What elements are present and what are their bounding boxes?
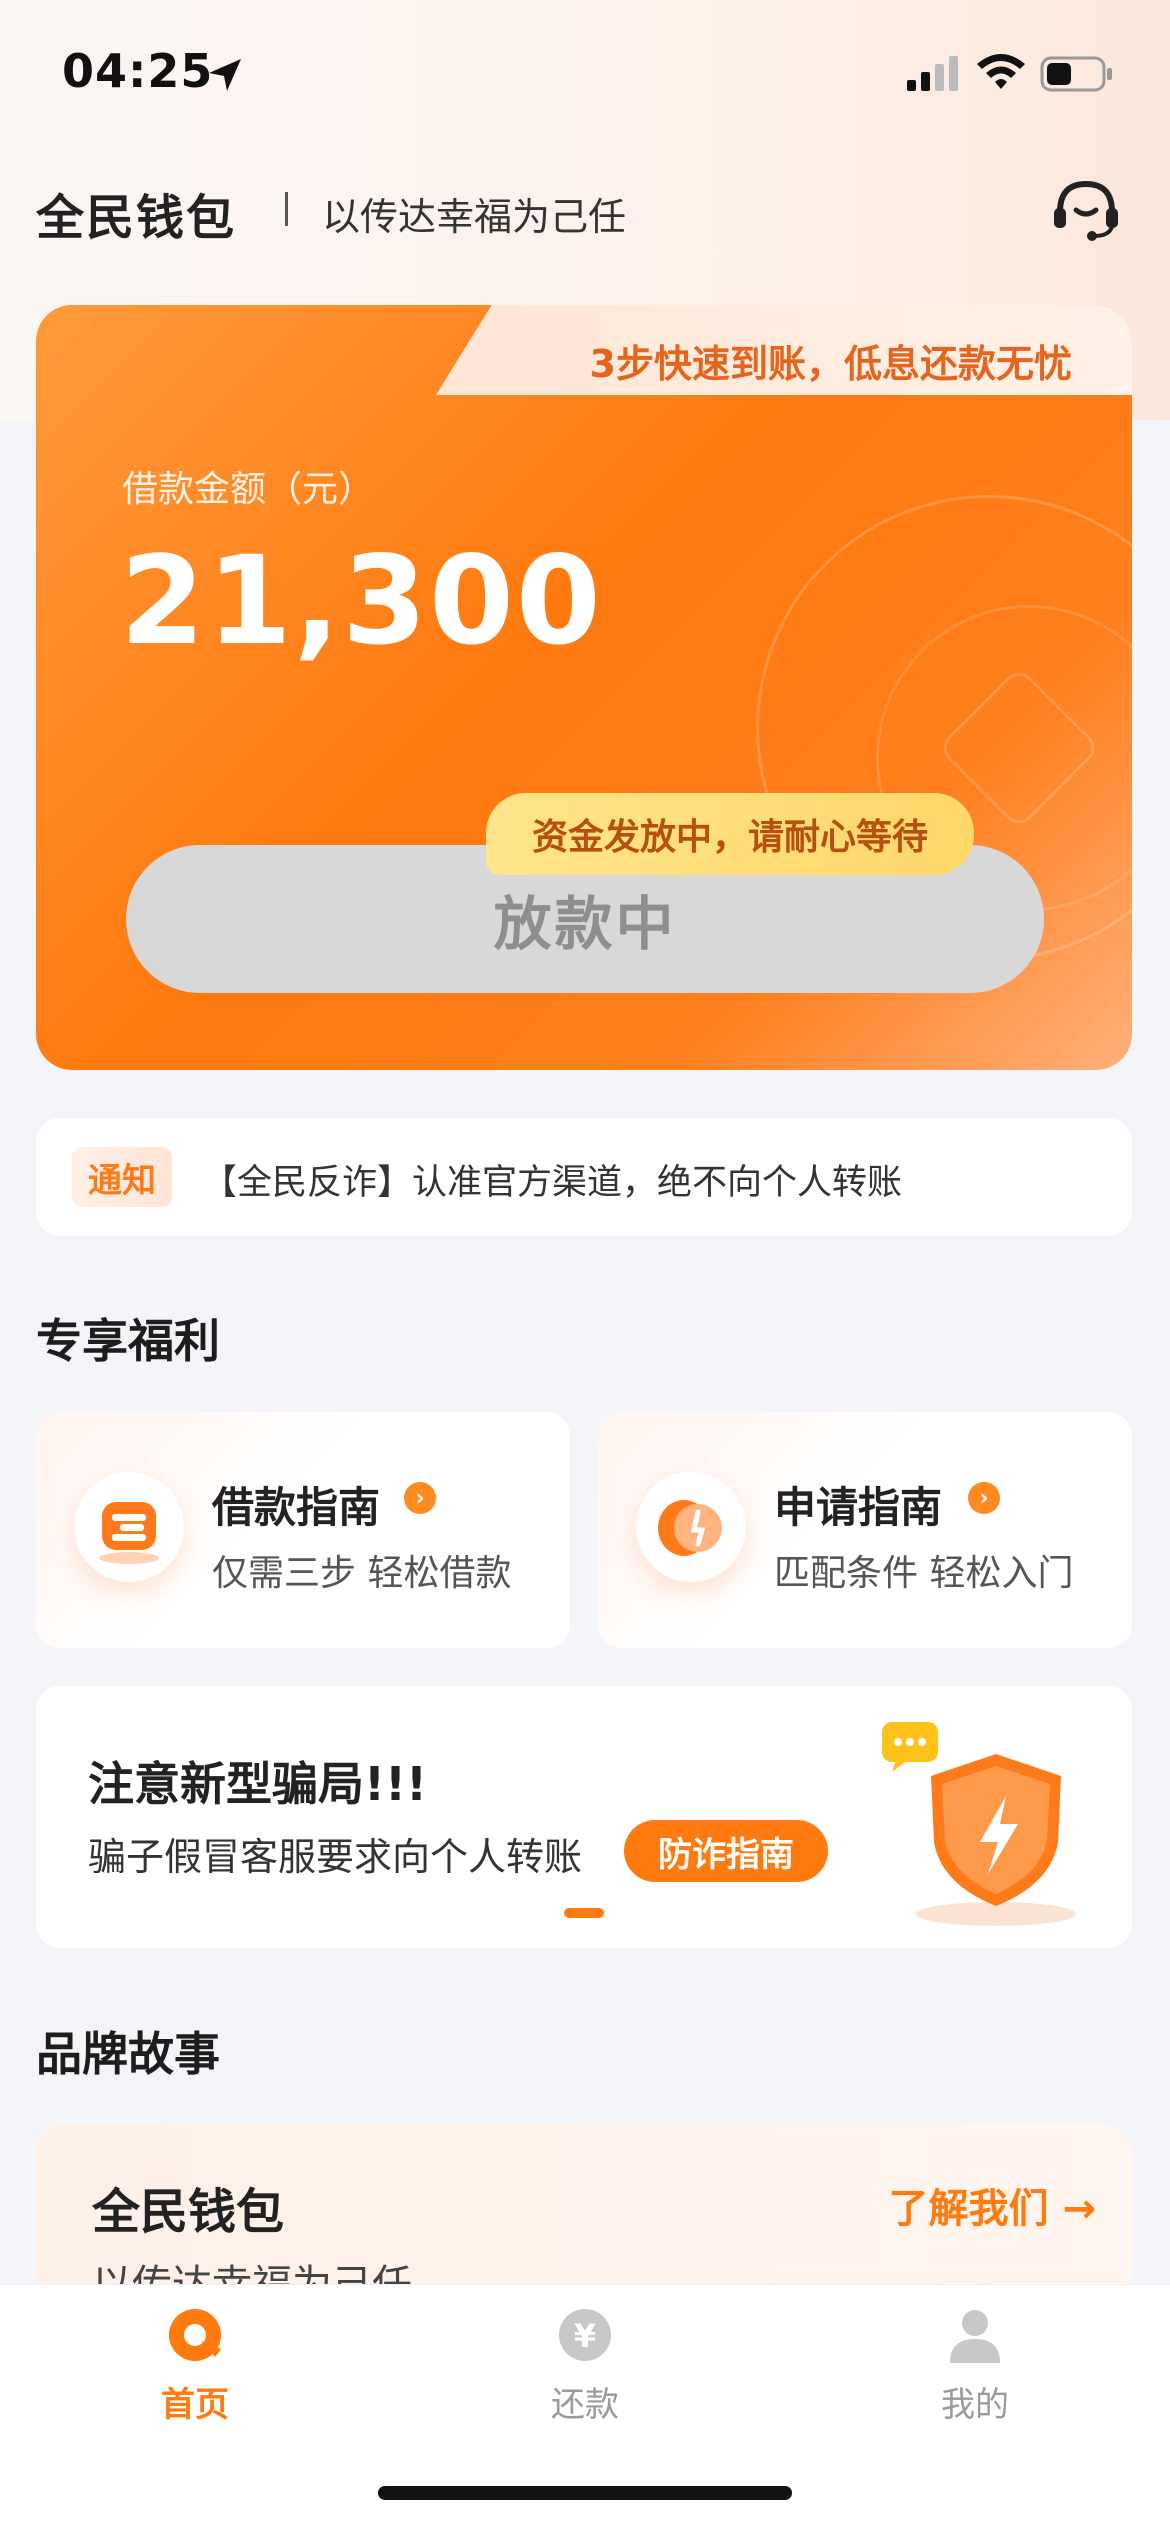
brand-name: 全民钱包 [36, 190, 237, 246]
story-card-title: 全民钱包 [92, 2184, 285, 2240]
loan-guide-icon [74, 1472, 184, 1582]
headset-icon[interactable] [1050, 176, 1122, 242]
profile-icon [950, 2310, 1000, 2363]
card-tab-text: 3步快速到账，低息还款无忧 [589, 342, 1072, 386]
loan-guide-title: 借款指南 [212, 1483, 381, 1532]
carousel-indicator [564, 1908, 604, 1918]
notice-tag: 通知 [72, 1147, 172, 1207]
fraud-guide-button[interactable]: 防诈指南 [624, 1820, 828, 1882]
banner-title: 注意新型骗局!!! [88, 1757, 427, 1811]
about-us-link[interactable]: 了解我们 → [889, 2176, 1096, 2234]
loan-amount: 21,300 [120, 530, 603, 672]
notice-text: 【全民反诈】认准官方渠道，绝不向个人转账 [202, 1163, 903, 1203]
tab-profile-label: 我的 [941, 2385, 1009, 2425]
tab-repay[interactable]: ¥ 还款 [485, 2305, 685, 2426]
loan-guide-card[interactable]: 借款指南 › 仅需三步 轻松借款 [36, 1412, 570, 1648]
status-bar: 04:25 [0, 0, 1170, 150]
tab-profile[interactable]: 我的 [875, 2305, 1075, 2426]
disbursing-button-label: 放款中 [493, 890, 677, 958]
battery-icon [1040, 56, 1112, 92]
svg-text:¥: ¥ [574, 2317, 596, 2355]
chevron-right-icon: › [404, 1482, 436, 1514]
tab-repay-label: 还款 [551, 2385, 619, 2425]
loan-card: 3步快速到账，低息还款无忧 借款金额（元） 21,300 放款中 资金发放中，请… [36, 305, 1132, 1070]
loan-guide-subtitle: 仅需三步 轻松借款 [212, 1553, 512, 1594]
chevron-right-icon: › [968, 1482, 1000, 1514]
brand-story-title: 品牌故事 [36, 2027, 220, 2081]
loan-amount-label: 借款金额（元） [122, 469, 375, 510]
home-indicator [378, 2486, 792, 2500]
signal-icon [907, 56, 958, 91]
apply-guide-icon [636, 1472, 746, 1582]
tab-home-label: 首页 [161, 2385, 229, 2425]
benefits-title: 专享福利 [36, 1314, 220, 1368]
banner-subtitle: 骗子假冒客服要求向个人转账 [88, 1835, 583, 1879]
shield-icon [882, 1722, 1076, 1926]
status-time: 04:25 [62, 44, 214, 98]
apply-guide-card[interactable]: 申请指南 › 匹配条件 轻松入门 [598, 1412, 1132, 1648]
brand-slogan: 以传达幸福为己任 [322, 195, 627, 239]
notice-bar[interactable]: 通知 【全民反诈】认准官方渠道，绝不向个人转账 [36, 1118, 1132, 1236]
home-icon [169, 2309, 221, 2361]
apply-guide-title: 申请指南 [774, 1483, 943, 1532]
anti-fraud-banner[interactable]: 注意新型骗局!!! 骗子假冒客服要求向个人转账 防诈指南 [36, 1686, 1132, 1948]
header-divider [285, 192, 288, 226]
wifi-icon [977, 54, 1025, 89]
location-arrow-icon [209, 59, 241, 91]
disbursing-tip: 资金发放中，请耐心等待 [486, 793, 975, 875]
apply-guide-subtitle: 匹配条件 轻松入门 [774, 1553, 1074, 1594]
tab-home[interactable]: 首页 [95, 2305, 295, 2426]
repay-icon: ¥ [559, 2309, 611, 2361]
